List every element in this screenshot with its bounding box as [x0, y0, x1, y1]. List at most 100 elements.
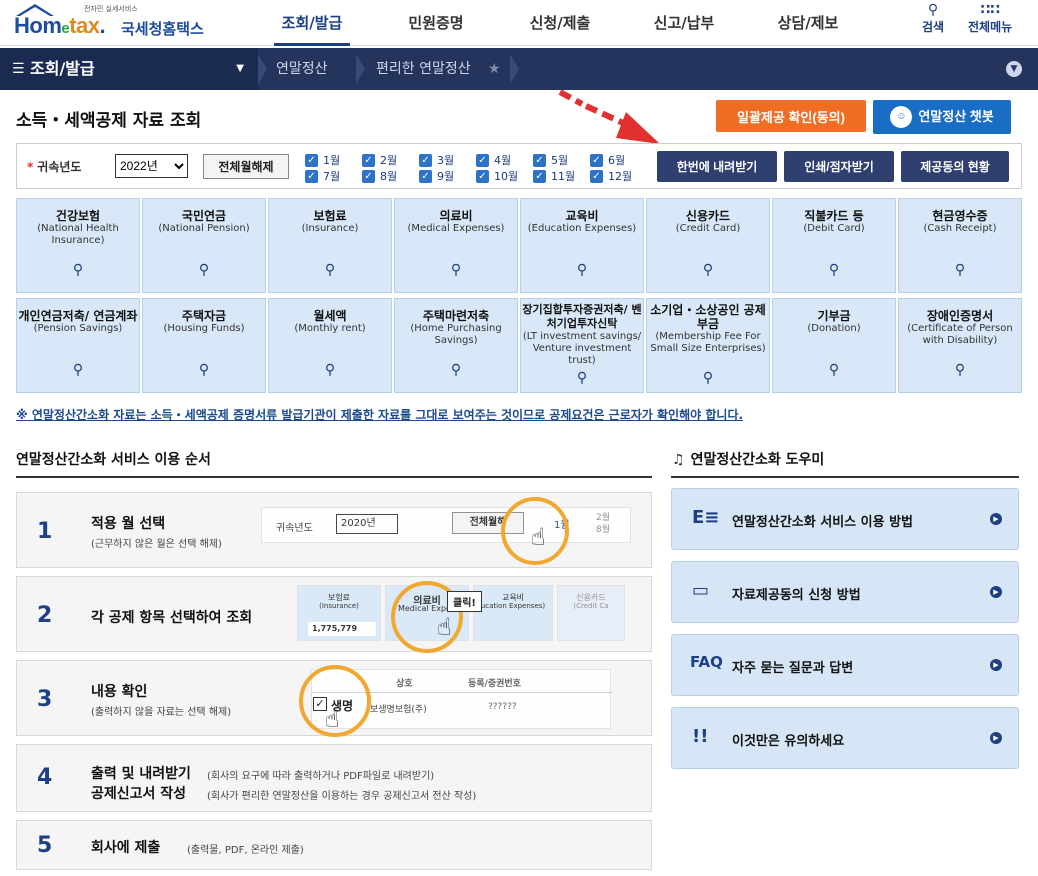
helper-how-to-use[interactable]: E≡ 연말정산간소화 서비스 이용 방법 ▶: [671, 488, 1019, 550]
chevron-down-icon[interactable]: ▼: [1006, 61, 1022, 77]
month-checkbox-6[interactable]: ✓ 6월: [590, 153, 647, 167]
step-2: 2 각 공제 항목 선택하여 조회 보험료 (Insurance) 1,775,…: [16, 576, 652, 653]
month-checkbox-8[interactable]: ✓ 8월: [362, 169, 419, 183]
filter-bar: * 귀속년도 2022년 전체월해제 ✓ 1월 ✓ 2월 ✓ 3월 ✓ 4월 ✓ 5월 ✓ 6…: [16, 143, 1022, 189]
checkbox-icon: ✓: [476, 153, 489, 167]
category-insurance[interactable]: 보험료 (Insurance) ⚲: [268, 198, 392, 293]
section-menu-dropdown[interactable]: ☰ 조회/발급 ▼: [0, 48, 258, 90]
print-braille-button[interactable]: 인쇄/점자받기: [784, 151, 894, 182]
step1-illustration: 귀속년도 2020년 전체월해 1월 2월 8월: [261, 507, 631, 543]
category-cash-receipt[interactable]: 현금영수증 (Cash Receipt) ⚲: [898, 198, 1022, 293]
search-button[interactable]: ⚲ 검색: [922, 2, 944, 35]
section-divider: [16, 476, 652, 478]
checkbox-icon: ✓: [533, 169, 546, 183]
category-debit-card[interactable]: 직불카드 등 (Debit Card) ⚲: [772, 198, 896, 293]
month-checkbox-11[interactable]: ✓ 11월: [533, 169, 590, 183]
section-menu-label: 조회/발급: [30, 59, 95, 78]
nav-consult-report[interactable]: 상담/제보: [746, 0, 870, 46]
chevron-right-icon: ▶: [990, 586, 1002, 598]
illus-amount: 1,775,779: [308, 622, 376, 636]
helper-consent-apply[interactable]: ▭ 자료제공동의 신청 방법 ▶: [671, 561, 1019, 623]
helper-label: 연말정산간소화 서비스 이용 방법: [732, 515, 914, 530]
category-small-business[interactable]: 소기업・소상공인 공제부금 (Membership Fee For Small S…: [646, 298, 770, 393]
illus-tile-credit: 신용카드 (Credit Ca: [557, 585, 625, 641]
checkbox-icon: ✓: [533, 153, 546, 167]
batch-consent-button[interactable]: 일괄제공 확인(동의): [716, 100, 866, 132]
checkbox-icon: ✓: [419, 169, 432, 183]
nav-apply-submit[interactable]: 신청/제출: [498, 0, 622, 46]
step-title: 출력 및 내려받기: [91, 766, 191, 782]
form-icon: ▭: [692, 580, 710, 601]
magnifier-icon: ⚲: [198, 262, 210, 278]
magnifier-icon: ⚲: [72, 262, 84, 278]
step-1: 1 적용 월 선택 (근무하지 않은 월은 선택 해제) 귀속년도 2020년 …: [16, 492, 652, 568]
magnifier-icon: ⚲: [954, 262, 966, 278]
illus-tile-education: 교육비 ucation Expenses): [473, 585, 553, 641]
illus-month-8: 8월: [596, 525, 611, 535]
hometax-logo[interactable]: 전자민 실세서비스 Hometax. 국세청홈택스: [14, 4, 224, 44]
year-select[interactable]: 2022년: [115, 154, 188, 178]
faq-icon: FAQ: [690, 653, 723, 671]
step-desc: (근무하지 않은 월은 선택 해제): [91, 539, 222, 550]
logo-korean: 국세청홈택스: [121, 20, 204, 38]
step-title: 각 공제 항목 선택하여 조회: [91, 610, 253, 626]
step-title: 회사에 제출: [91, 840, 161, 856]
category-education[interactable]: 교육비 (Education Expenses) ⚲: [520, 198, 644, 293]
nav-civil-cert[interactable]: 민원증명: [374, 0, 498, 46]
illus-year-label: 귀속년도: [276, 523, 313, 534]
month-checkbox-2[interactable]: ✓ 2월: [362, 153, 419, 167]
click-tooltip: 클릭!: [447, 591, 482, 612]
crumb-separator: [510, 54, 519, 84]
category-pension-savings[interactable]: 개인연금저축/ 연금계좌 (Pension Savings) ⚲: [16, 298, 140, 393]
category-home-purchasing[interactable]: 주택마련저축 (Home Purchasing Savings) ⚲: [394, 298, 518, 393]
star-icon[interactable]: ★: [488, 48, 501, 90]
breadcrumb-convenient[interactable]: 편리한 연말정산: [376, 48, 471, 90]
hand-cursor-icon: ☝: [437, 613, 452, 641]
month-checkboxes: ✓ 1월 ✓ 2월 ✓ 3월 ✓ 4월 ✓ 5월 ✓ 6월 ✓ 7월 ✓ 8월 ✓ 9월 ✓ 10월…: [305, 153, 647, 183]
download-all-button[interactable]: 한번에 내려받기: [657, 151, 777, 182]
checkbox-icon: ✓: [476, 169, 489, 183]
month-checkbox-7[interactable]: ✓ 7월: [305, 169, 362, 183]
magnifier-icon: ⚲: [450, 362, 462, 378]
month-checkbox-5[interactable]: ✓ 5월: [533, 153, 590, 167]
consent-status-button[interactable]: 제공동의 현황: [901, 151, 1009, 182]
checkbox-icon: ✓: [590, 153, 603, 167]
month-checkbox-1[interactable]: ✓ 1월: [305, 153, 362, 167]
magnifier-icon: ⚲: [702, 370, 714, 386]
month-checkbox-9[interactable]: ✓ 9월: [419, 169, 476, 183]
step-number: 3: [37, 687, 53, 712]
category-national-pension[interactable]: 국민연금 (National Pension) ⚲: [142, 198, 266, 293]
step-number: 2: [37, 603, 53, 628]
category-disability-cert[interactable]: 장애인증명서 (Certificate of Person with Disabi…: [898, 298, 1022, 393]
annotation-arrow-icon: [558, 89, 660, 144]
all-menu-button[interactable]: ∷∷ 전체메뉴: [968, 2, 1012, 35]
category-credit-card[interactable]: 신용카드 (Credit Card) ⚲: [646, 198, 770, 293]
month-checkbox-10[interactable]: ✓ 10월: [476, 169, 533, 183]
chatbot-button[interactable]: ☺ 연말정산 챗봇: [873, 100, 1011, 134]
search-label: 검색: [922, 20, 945, 34]
helper-cautions[interactable]: !! 이것만은 유의하세요 ▶: [671, 707, 1019, 769]
month-checkbox-12[interactable]: ✓ 12월: [590, 169, 647, 183]
required-marker: *: [27, 160, 34, 174]
category-donation[interactable]: 기부금 (Donation) ⚲: [772, 298, 896, 393]
category-monthly-rent[interactable]: 월세액 (Monthly rent) ⚲: [268, 298, 392, 393]
top-header: 전자민 실세서비스 Hometax. 국세청홈택스 조회/발급 민원증명 신청/…: [0, 0, 1038, 46]
deselect-all-months-button[interactable]: 전체월해제: [203, 154, 289, 179]
month-checkbox-3[interactable]: ✓ 3월: [419, 153, 476, 167]
deduction-category-grid: 건강보험 (National Health Insurance) ⚲ 국민연금 (Na…: [16, 198, 1022, 393]
breadcrumb-year-end[interactable]: 연말정산: [276, 48, 328, 90]
section-divider: [671, 476, 1019, 478]
step-title: 내용 확인: [91, 684, 148, 700]
magnifier-icon: ⚲: [450, 262, 462, 278]
month-checkbox-4[interactable]: ✓ 4월: [476, 153, 533, 167]
helper-faq[interactable]: FAQ 자주 묻는 질문과 답변 ▶: [671, 634, 1019, 696]
category-lt-investment[interactable]: 장기집합투자증권저축/ 벤처기업투자신탁 (LT investment savin…: [520, 298, 644, 393]
nav-report-pay[interactable]: 신고/납부: [622, 0, 746, 46]
checkbox-icon: ✓: [362, 169, 375, 183]
category-housing-funds[interactable]: 주택자금 (Housing Funds) ⚲: [142, 298, 266, 393]
category-national-health[interactable]: 건강보험 (National Health Insurance) ⚲: [16, 198, 140, 293]
step-5: 5 회사에 제출 (출력물, PDF, 온라인 제출): [16, 820, 652, 870]
nav-inquiry-issue[interactable]: 조회/발급: [250, 0, 374, 46]
category-medical[interactable]: 의료비 (Medical Expenses) ⚲: [394, 198, 518, 293]
caret-down-icon: ▼: [236, 63, 244, 74]
